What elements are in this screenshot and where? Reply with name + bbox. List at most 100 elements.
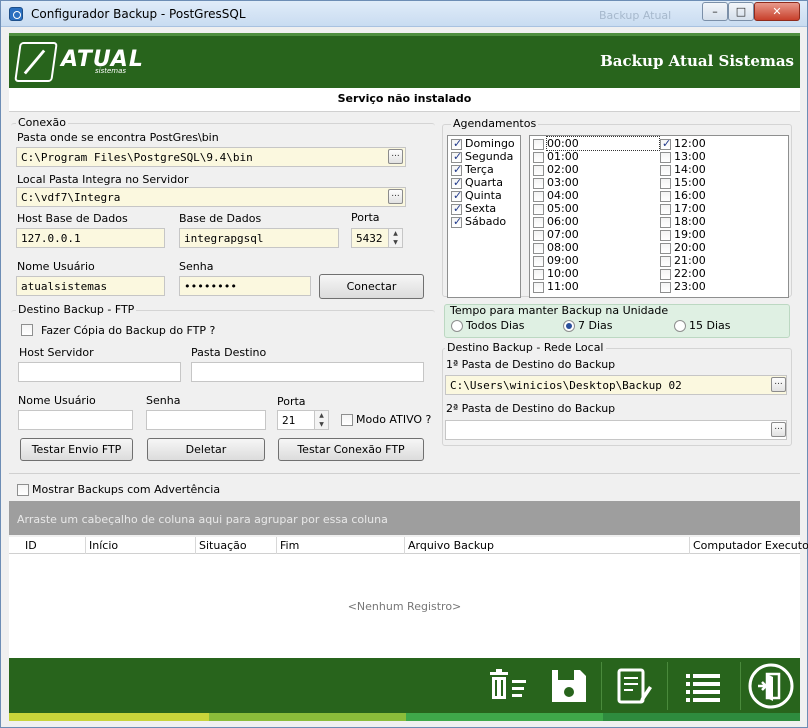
hour-checkbox[interactable] [660, 137, 671, 150]
hour-label: 04:00 [547, 189, 579, 202]
grid-body: <Nenhum Registro> [9, 554, 800, 658]
pg-bin-label: Pasta onde se encontra PostGres\bin [17, 131, 219, 144]
days-list: DomingoSegundaTerçaQuartaQuintaSextaSába… [447, 135, 521, 298]
hour-label: 20:00 [674, 241, 706, 254]
retention-radio[interactable] [563, 320, 575, 332]
hour-checkbox[interactable] [660, 217, 671, 228]
hour-checkbox[interactable] [533, 204, 544, 215]
hour-label: 05:00 [547, 202, 579, 215]
ftp-test-send-button[interactable]: Testar Envio FTP [20, 438, 133, 461]
day-checkbox[interactable] [451, 163, 462, 176]
stepper-down-icon[interactable]: ▼ [389, 238, 402, 247]
day-checkbox[interactable] [451, 215, 462, 228]
list-icon[interactable] [680, 664, 726, 708]
day-checkbox[interactable] [451, 150, 462, 163]
hour-checkbox[interactable] [533, 282, 544, 293]
hour-checkbox[interactable] [660, 269, 671, 280]
rede-second-input[interactable] [445, 420, 787, 440]
maximize-button[interactable]: □ [728, 2, 754, 21]
hour-label: 11:00 [547, 280, 579, 293]
day-checkbox[interactable] [451, 202, 462, 215]
ghost-title: Backup Atual [599, 9, 672, 22]
ftp-active-label: Modo ATIVO ? [356, 413, 432, 426]
hour-checkbox[interactable] [660, 282, 671, 293]
stepper-up-icon[interactable]: ▲ [389, 229, 402, 238]
port-stepper[interactable]: ▲ ▼ [389, 228, 403, 248]
hour-checkbox[interactable] [533, 139, 544, 150]
footer-toolbar [9, 658, 800, 713]
column-header[interactable]: Fim [280, 539, 299, 552]
hour-checkbox[interactable] [660, 152, 671, 163]
column-header[interactable]: Arquivo Backup [408, 539, 494, 552]
pg-bin-input[interactable]: C:\Program Files\PostgreSQL\9.4\bin [16, 147, 406, 167]
agendamentos-group-title: Agendamentos [451, 117, 539, 130]
hour-checkbox[interactable] [660, 204, 671, 215]
stepper-up-icon[interactable]: ▲ [315, 411, 328, 420]
minimize-button[interactable]: – [702, 2, 728, 21]
hour-checkbox[interactable] [660, 178, 671, 189]
column-header[interactable]: Início [89, 539, 118, 552]
close-button[interactable]: ✕ [754, 2, 800, 21]
ftp-active-checkbox[interactable] [341, 414, 353, 426]
hour-label: 12:00 [674, 137, 706, 150]
edit-document-icon[interactable] [611, 664, 657, 708]
group-by-panel[interactable]: Arraste um cabeçalho de coluna aqui para… [9, 501, 800, 535]
retention-radio[interactable] [451, 320, 463, 332]
hour-checkbox[interactable] [533, 178, 544, 189]
hour-checkbox[interactable] [533, 191, 544, 202]
column-header[interactable]: ID [25, 539, 37, 552]
ftp-port-stepper[interactable]: ▲ ▼ [315, 410, 329, 430]
warnings-checkbox[interactable] [17, 484, 29, 496]
rede-first-input[interactable]: C:\Users\winicios\Desktop\Backup 02 [445, 375, 787, 395]
hour-label: 22:00 [674, 267, 706, 280]
host-db-label: Host Base de Dados [17, 212, 128, 225]
hour-checkbox[interactable] [533, 152, 544, 163]
hour-checkbox[interactable] [533, 165, 544, 176]
ftp-port-label: Porta [277, 395, 306, 408]
day-checkbox[interactable] [451, 189, 462, 202]
hour-checkbox[interactable] [660, 243, 671, 254]
hour-checkbox[interactable] [533, 217, 544, 228]
connect-button[interactable]: Conectar [319, 274, 424, 299]
hour-checkbox[interactable] [660, 256, 671, 267]
ftp-delete-button[interactable]: Deletar [147, 438, 265, 461]
day-checkbox[interactable] [451, 176, 462, 189]
host-db-input[interactable]: 127.0.0.1 [16, 228, 165, 248]
hour-label: 17:00 [674, 202, 706, 215]
hour-label: 00:00 [546, 136, 660, 151]
hour-label: 01:00 [547, 150, 579, 163]
hour-checkbox[interactable] [660, 191, 671, 202]
retention-radio[interactable] [674, 320, 686, 332]
hours-list: 00:00 01:00 02:00 03:00 04:00 05:00 06:00 07:00… [529, 135, 789, 298]
ftp-user-input[interactable] [18, 410, 133, 430]
port-input[interactable]: 5432 [351, 228, 389, 248]
pg-bin-browse-button[interactable]: ... [388, 149, 403, 164]
column-header[interactable]: Situação [199, 539, 247, 552]
ftp-port-input[interactable]: 21 [277, 410, 315, 430]
hour-checkbox[interactable] [660, 230, 671, 241]
save-icon[interactable] [546, 664, 592, 708]
ftp-dest-input[interactable] [191, 362, 424, 382]
hour-checkbox[interactable] [533, 243, 544, 254]
ftp-password-input[interactable] [146, 410, 266, 430]
hour-checkbox[interactable] [660, 165, 671, 176]
ftp-copy-checkbox[interactable] [21, 324, 33, 336]
trash-list-icon[interactable] [486, 664, 532, 708]
hour-checkbox[interactable] [533, 230, 544, 241]
ftp-host-input[interactable] [18, 362, 181, 382]
password-input[interactable]: •••••••• [179, 276, 311, 296]
rede-first-browse-button[interactable]: ... [771, 377, 786, 392]
hour-checkbox[interactable] [533, 256, 544, 267]
local-integra-input[interactable]: C:\vdf7\Integra [16, 187, 406, 207]
local-integra-browse-button[interactable]: ... [388, 189, 403, 204]
hour-checkbox[interactable] [533, 269, 544, 280]
rede-group-title: Destino Backup - Rede Local [445, 341, 606, 354]
rede-second-browse-button[interactable]: ... [771, 422, 786, 437]
user-input[interactable]: atualsistemas [16, 276, 165, 296]
stepper-down-icon[interactable]: ▼ [315, 420, 328, 429]
exit-door-icon[interactable] [746, 662, 796, 710]
column-header[interactable]: Computador Executor [693, 539, 808, 552]
day-checkbox[interactable] [451, 137, 462, 150]
db-input[interactable]: integrapgsql [179, 228, 339, 248]
ftp-test-connection-button[interactable]: Testar Conexão FTP [278, 438, 424, 461]
